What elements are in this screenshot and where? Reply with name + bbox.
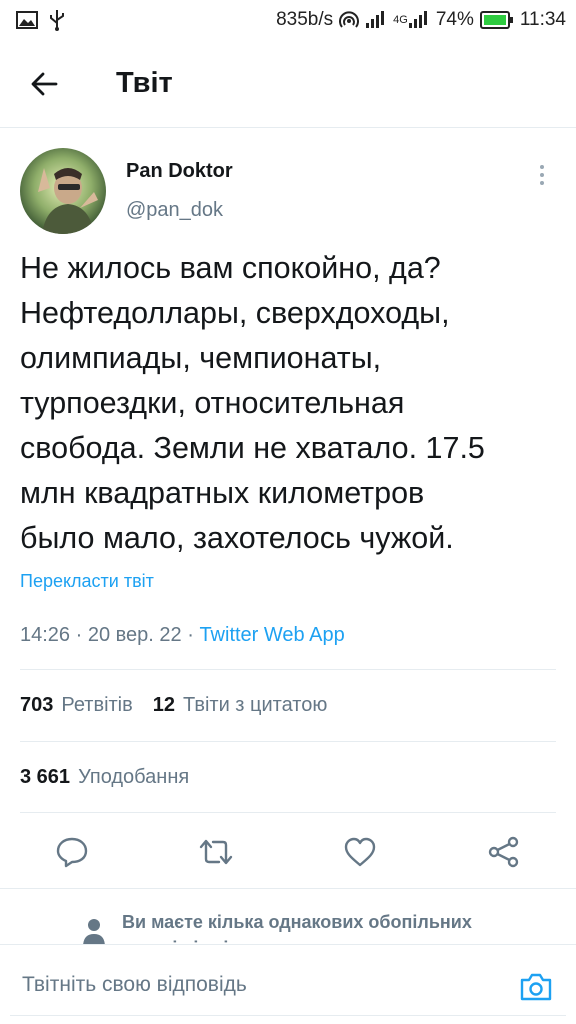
share-button[interactable] [478, 826, 530, 878]
top-app-bar: Твіт [0, 40, 576, 128]
divider [20, 741, 556, 742]
signal-4g-icon: 4G [393, 11, 430, 29]
retweet-button[interactable] [190, 826, 242, 878]
back-button[interactable] [14, 54, 74, 114]
camera-icon [520, 973, 552, 1001]
translate-tweet-link[interactable]: Перекласти твіт [20, 571, 154, 592]
likes-count: 3 661 [20, 766, 71, 788]
meta-separator: · [181, 624, 200, 646]
retweets-label: Ретвітів [61, 694, 133, 716]
camera-button[interactable] [516, 967, 556, 1007]
more-vertical-icon [540, 165, 544, 185]
avatar[interactable] [20, 148, 106, 234]
engagement-stats: 703 Ретвітів 12 Твіти з цитатою [20, 694, 327, 717]
mutual-followers-notice[interactable]: Ви маєте кілька однакових обопільних чит… [0, 888, 576, 944]
net-speed: 835b/s [276, 9, 334, 30]
tweet-text-line: Не жилось вам спокойно, да? [20, 251, 441, 285]
retweets-stat[interactable]: 703 Ретвітів [20, 694, 133, 717]
tweet-text-line: млн квадратных километров [20, 476, 425, 510]
quotes-count: 12 [152, 694, 176, 716]
clock: 11:34 [519, 9, 566, 30]
tweet-author: Pan Doktor @pan_dok [20, 148, 556, 238]
tweet-text-line: было мало, захотелось чужой. [20, 521, 454, 555]
retweets-count: 703 [20, 694, 54, 716]
more-options-button[interactable] [530, 160, 554, 190]
like-button[interactable] [334, 826, 386, 878]
page-title: Твіт [116, 67, 173, 99]
reply-composer: Твітніть свою відповідь [0, 944, 576, 1024]
signal-icon [365, 11, 387, 29]
divider [20, 669, 556, 670]
network-label: 4G [393, 14, 408, 26]
battery-percent: 74% [435, 9, 474, 30]
tweet-text-line: турпоездки, относительная [20, 386, 405, 420]
tweet-text-line: Нефтедоллары, сверхдоходы, [20, 296, 450, 330]
reply-input[interactable]: Твітніть свою відповідь [22, 973, 247, 997]
retweet-icon [199, 839, 233, 865]
tweet-text: Не жилось вам спокойно, да? Нефтедоллары… [20, 246, 560, 561]
meta-separator: · [70, 624, 88, 646]
quotes-label: Твіти з цитатою [183, 694, 328, 716]
likes-stat[interactable]: 3 661 Уподобання [20, 766, 189, 789]
mutual-followers-text: Ви маєте кілька однакових обопільних чит… [122, 912, 472, 944]
battery-icon [479, 11, 514, 29]
arrow-left-icon [31, 72, 58, 95]
tweet-time: 14:26 [20, 624, 71, 646]
tweet-text-line: олимпиады, чемпионаты, [20, 341, 382, 375]
reply-icon [56, 837, 88, 868]
tweet-source-link[interactable]: Twitter Web App [199, 624, 344, 646]
reply-button[interactable] [46, 826, 98, 878]
image-icon [16, 11, 38, 29]
person-icon [83, 919, 105, 944]
quotes-stat[interactable]: 12 Твіти з цитатою [153, 694, 328, 717]
divider [20, 812, 556, 813]
author-display-name[interactable]: Pan Doktor [126, 160, 233, 183]
reply-underline [10, 1015, 566, 1016]
share-icon [488, 836, 519, 868]
tweet-meta: 14:26 · 20 вер. 22 · Twitter Web App [20, 624, 345, 647]
heart-icon [344, 837, 376, 867]
tweet-text-line: свобода. Земли не хватало. 17.5 [20, 431, 485, 465]
tweet-date[interactable]: 20 вер. 22 [88, 624, 182, 646]
usb-icon [48, 9, 66, 31]
likes-label: Уподобання [78, 766, 190, 788]
wifi-hotspot-icon [339, 10, 360, 30]
status-bar: 835b/s 4G 74% 11:34 [0, 0, 576, 40]
author-handle[interactable]: @pan_dok [126, 199, 233, 222]
tweet-actions [0, 826, 576, 878]
